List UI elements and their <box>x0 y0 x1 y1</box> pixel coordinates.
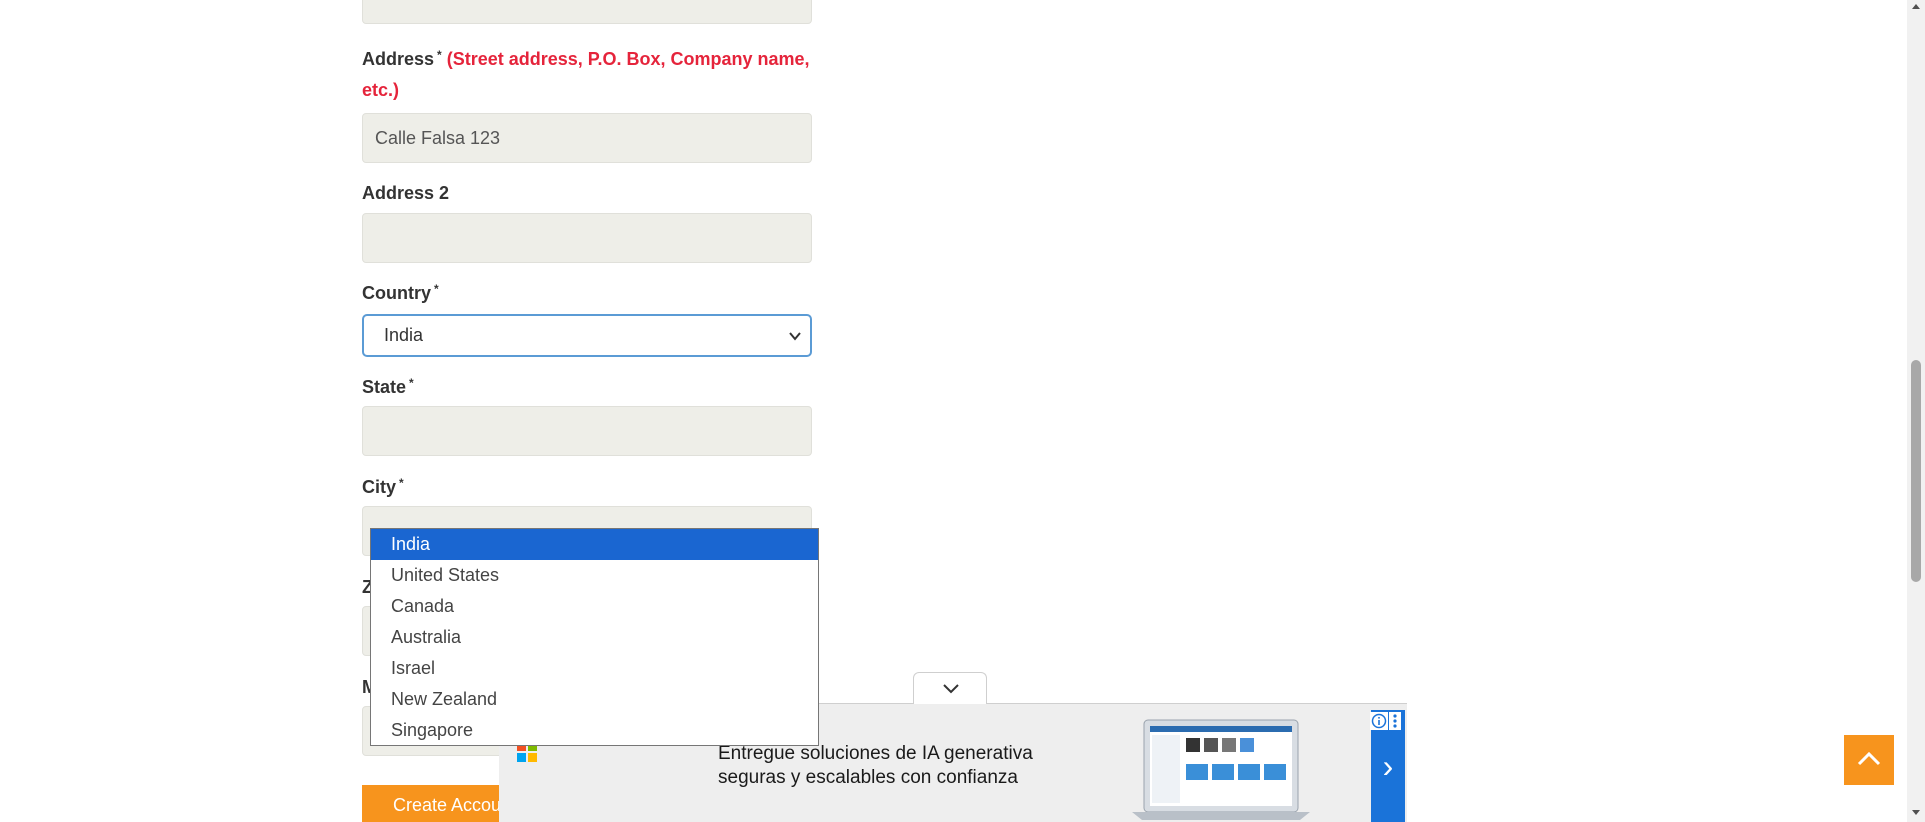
country-option-australia[interactable]: Australia <box>371 622 818 653</box>
country-option-united-states[interactable]: United States <box>371 560 818 591</box>
chevron-down-icon <box>789 332 801 341</box>
country-option-singapore[interactable]: Singapore <box>371 715 818 746</box>
back-to-top-button[interactable] <box>1844 735 1894 785</box>
country-option-israel[interactable]: Israel <box>371 653 818 684</box>
city-label: City * <box>362 476 404 497</box>
country-option-india[interactable]: India <box>371 529 818 560</box>
country-option-new-zealand[interactable]: New Zealand <box>371 684 818 715</box>
address-label: Address * (Street address, P.O. Box, Comp… <box>362 48 810 100</box>
scroll-up-arrow-icon[interactable] <box>1912 4 1920 9</box>
address-input[interactable]: Calle Falsa 123 <box>362 113 812 163</box>
address-hint: (Street address, P.O. Box, Company name, <box>446 49 810 69</box>
state-label: State * <box>362 376 414 397</box>
ad-collapse-button[interactable] <box>913 672 987 704</box>
state-input[interactable] <box>362 406 812 456</box>
kebab-menu-icon[interactable] <box>1389 712 1401 730</box>
page: Address * (Street address, P.O. Box, Comp… <box>0 0 1925 822</box>
country-label: Country * <box>362 282 439 303</box>
chevron-down-icon <box>943 684 959 694</box>
country-select[interactable]: India <box>362 314 812 357</box>
page-scrollbar[interactable] <box>1907 0 1925 822</box>
country-dropdown-list[interactable]: India United States Canada Australia Isr… <box>370 528 819 746</box>
scroll-down-arrow-icon[interactable] <box>1912 810 1920 815</box>
ad-laptop-image <box>1132 719 1310 820</box>
scrollbar-thumb[interactable] <box>1911 360 1921 582</box>
address2-label: Address 2 <box>362 183 450 203</box>
ad-headline[interactable]: Entregue soluciones de IA generativa seg… <box>718 742 1098 790</box>
info-icon[interactable] <box>1370 712 1388 730</box>
address2-input[interactable] <box>362 213 812 263</box>
chevron-up-icon <box>1857 751 1881 766</box>
country-option-canada[interactable]: Canada <box>371 591 818 622</box>
address-hint-cont: etc.) <box>362 80 400 100</box>
previous-field-input[interactable] <box>362 0 812 24</box>
country-select-value: India <box>384 325 424 345</box>
